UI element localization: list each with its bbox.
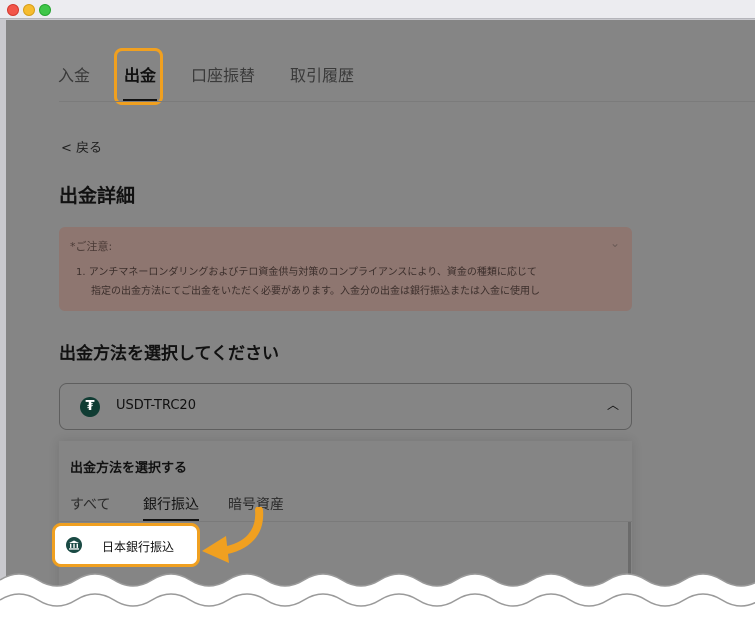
notice-line-2: 指定の出金方法にてご出金をいただく必要があります。入金分の出金は銀行振込または入…	[91, 286, 540, 297]
minimize-window-button[interactable]	[23, 4, 35, 16]
maximize-window-button[interactable]	[39, 4, 51, 16]
tabs-divider	[59, 101, 755, 102]
tab-transfer[interactable]: 口座振替	[191, 62, 255, 86]
notice-box: *ご注意: ⌄ 1. アンチマネーロンダリングおよびテロ資金供与対策のコンプライ…	[59, 227, 632, 311]
dropdown-divider	[59, 521, 632, 522]
dropdown-tab-bank-transfer[interactable]: 銀行振込	[143, 494, 199, 514]
bank-icon	[66, 537, 82, 553]
dropdown-title: 出金方法を選択する	[70, 461, 188, 476]
window-titlebar	[0, 0, 755, 19]
notice-heading: *ご注意:	[70, 240, 113, 253]
withdraw-method-select[interactable]: ₮ USDT-TRC20 ︿	[59, 383, 632, 430]
notice-line-1: 1. アンチマネーロンダリングおよびテロ資金供与対策のコンプライアンスにより、資…	[76, 267, 537, 278]
app-window: 入金 出金 口座振替 取引履歴 < 戻る 出金詳細 *ご注意: ⌄ 1. アンチ…	[0, 0, 755, 618]
method-option-label: 日本銀行振込	[102, 540, 175, 554]
torn-edge-decoration	[0, 573, 755, 618]
method-section-title: 出金方法を選択してください	[59, 344, 279, 364]
back-link[interactable]: < 戻る	[61, 137, 102, 156]
chevron-down-icon[interactable]: ⌄	[610, 236, 620, 250]
dropdown-tab-all[interactable]: すべて	[70, 494, 110, 514]
tab-highlight-box	[114, 48, 163, 105]
method-option-japan-bank-transfer[interactable]: 日本銀行振込	[52, 523, 200, 567]
close-window-button[interactable]	[7, 4, 19, 16]
selected-method-value: USDT-TRC20	[116, 398, 196, 413]
page-title: 出金詳細	[59, 185, 136, 207]
tether-icon: ₮	[80, 397, 100, 417]
tab-history[interactable]: 取引履歴	[290, 62, 354, 86]
pointer-arrow-icon	[202, 507, 264, 563]
chevron-up-icon[interactable]: ︿	[607, 396, 619, 413]
tab-deposit[interactable]: 入金	[58, 62, 90, 86]
